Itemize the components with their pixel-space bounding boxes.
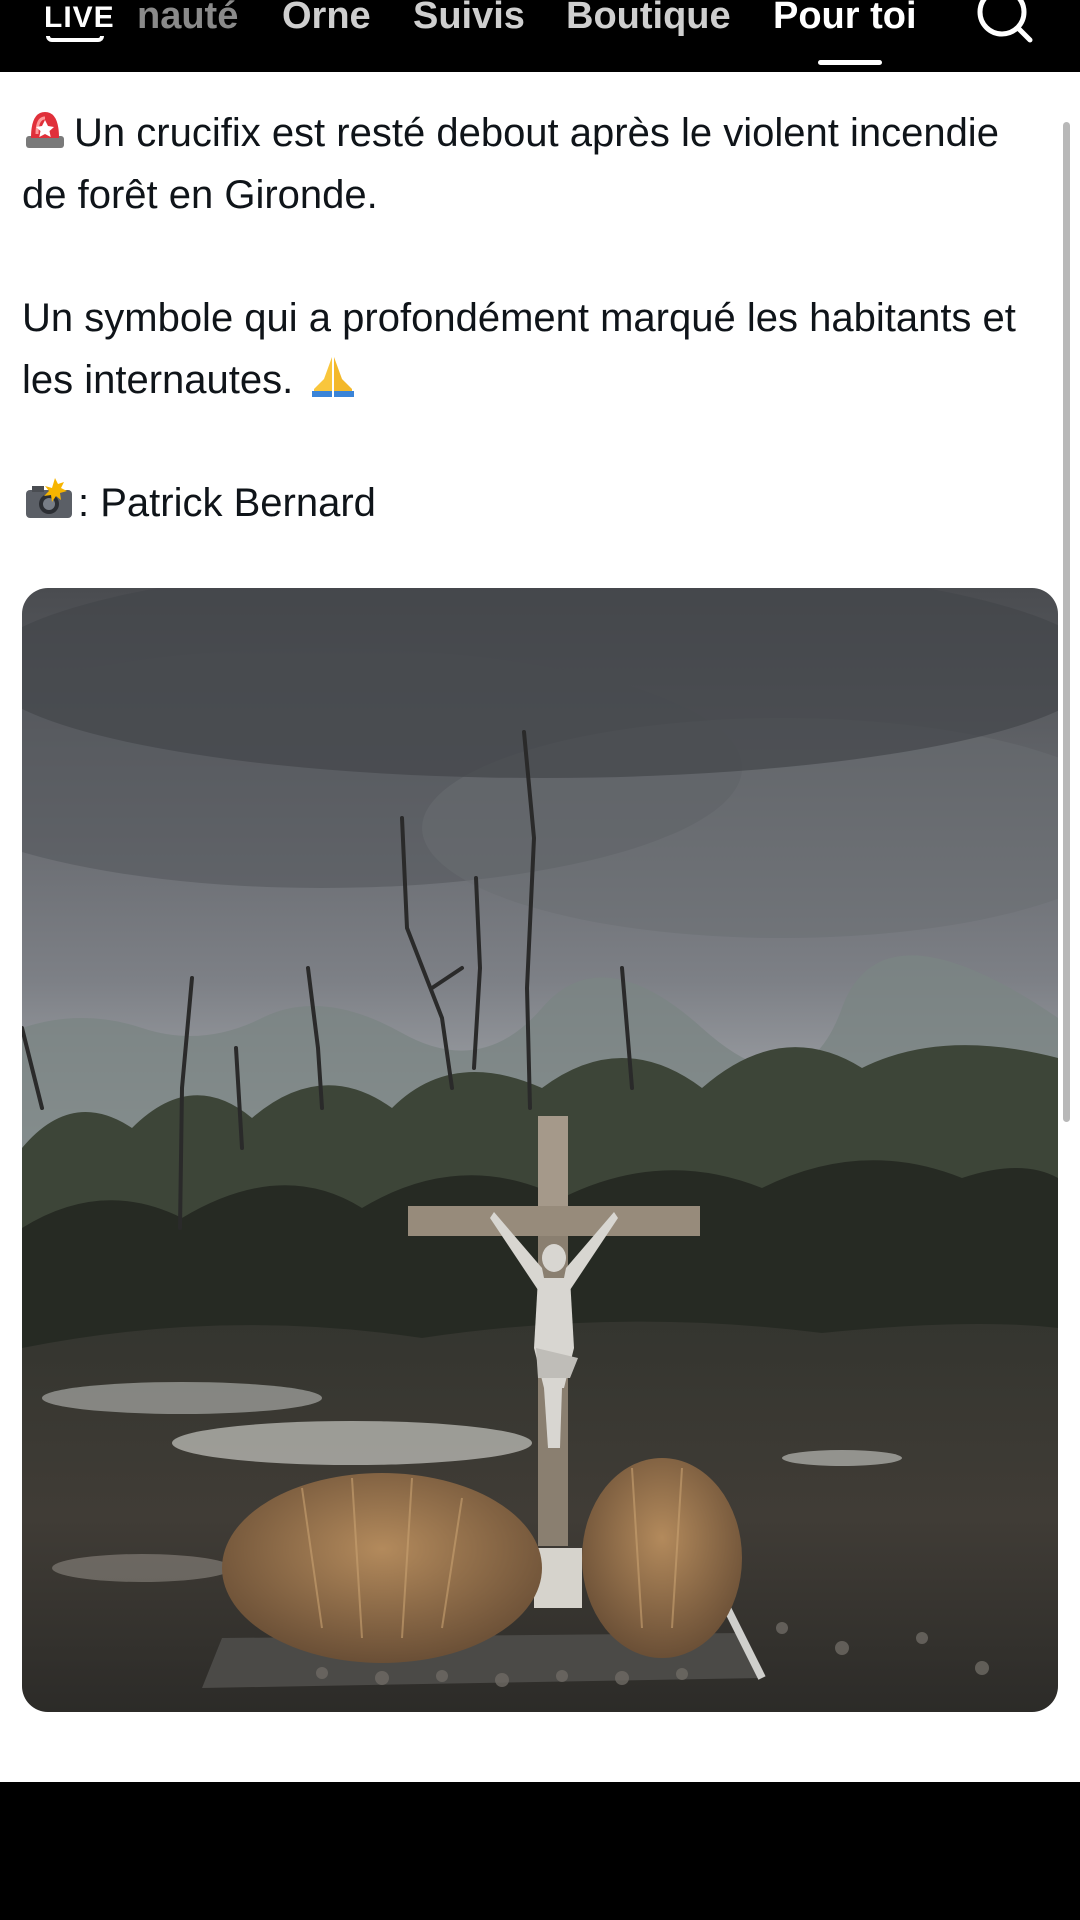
search-icon [977, 0, 1033, 43]
post-photo[interactable] [22, 588, 1058, 1712]
feed-tabs: nauté Orne Suivis Boutique Pour toi [0, 0, 960, 72]
post-paragraph-3: : Patrick Bernard [22, 472, 1032, 534]
crucifix-burnt-forest-image [22, 588, 1058, 1712]
rotating-light-emoji [26, 112, 64, 148]
post-paragraph-2: Un symbole qui a profondément marqué les… [22, 287, 1032, 411]
top-navigation-bar: LIVE nauté Orne Suivis Boutique Pour toi [0, 0, 1080, 72]
tab-suivis[interactable]: Suivis [413, 0, 525, 38]
camera-flash-emoji [26, 478, 72, 518]
photo-credit: : Patrick Bernard [78, 481, 376, 525]
tab-orne[interactable]: Orne [282, 0, 371, 38]
post-text: Un crucifix est resté debout après le vi… [22, 102, 1032, 534]
bottom-bar [0, 1782, 1080, 1920]
tab-communaute[interactable]: nauté [137, 0, 238, 38]
folded-hands-emoji [312, 357, 355, 397]
post-line-1: Un crucifix est resté debout après le vi… [22, 111, 999, 217]
active-tab-indicator [818, 60, 882, 65]
search-button[interactable] [970, 0, 1040, 50]
scrollbar[interactable] [1063, 122, 1070, 1122]
tab-pour-toi[interactable]: Pour toi [773, 0, 917, 38]
tab-boutique[interactable]: Boutique [566, 0, 731, 38]
post-line-2: Un symbole qui a profondément marqué les… [22, 296, 1016, 402]
post-paragraph-1: Un crucifix est resté debout après le vi… [22, 102, 1032, 226]
post-view: Un crucifix est resté debout après le vi… [0, 72, 1080, 1782]
